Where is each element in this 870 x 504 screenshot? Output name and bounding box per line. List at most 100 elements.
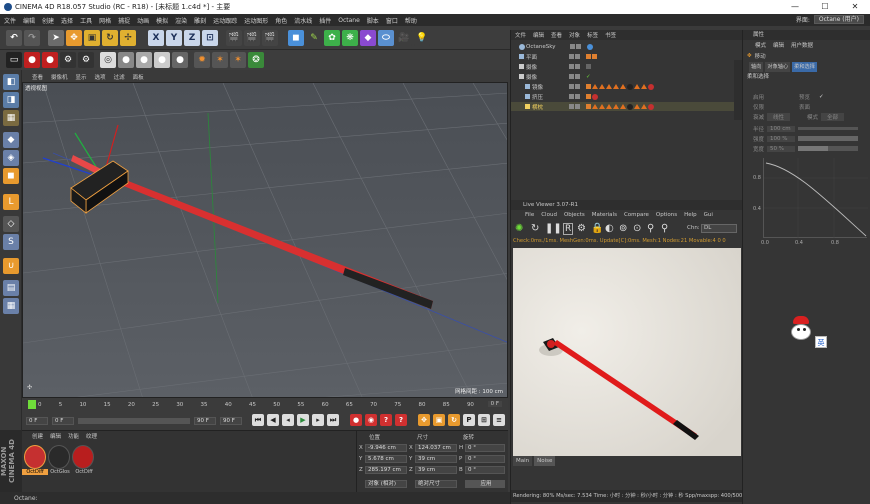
edges-mode-icon[interactable]: ◈	[3, 150, 19, 166]
radius-slider[interactable]	[798, 127, 858, 130]
key-rotation-icon[interactable]: ↻	[448, 414, 460, 426]
tab-noise[interactable]: Noise	[534, 456, 556, 466]
z-axis-icon[interactable]: Z	[184, 30, 200, 46]
menu-edit[interactable]: 编辑	[23, 16, 35, 25]
field-strength[interactable]: 强度 100 %	[743, 134, 870, 143]
axis-mode-icon[interactable]: L	[3, 194, 19, 210]
material-swatch-3[interactable]	[72, 445, 94, 469]
key-parameter-icon[interactable]: P	[463, 414, 475, 426]
ime-mascot-icon[interactable]	[789, 316, 813, 344]
maximize-button[interactable]: ☐	[810, 0, 840, 14]
x-axis-icon[interactable]: X	[148, 30, 164, 46]
phong-tag-icon[interactable]	[599, 84, 605, 89]
key-position-icon[interactable]: ✥	[418, 414, 430, 426]
render-visibility-icon[interactable]	[575, 54, 580, 59]
menu-tools[interactable]: 工具	[80, 16, 92, 25]
lock-icon[interactable]: 🔒	[591, 223, 603, 234]
attr-menu-mode[interactable]: 模式	[755, 41, 766, 49]
render-preview[interactable]	[513, 248, 741, 456]
key-help-icon[interactable]: ?	[395, 414, 407, 426]
coord-mode-dropdown[interactable]: 对象 (相对)	[365, 480, 407, 488]
phong-tag-icon[interactable]	[606, 84, 612, 89]
pin2-icon[interactable]: ⚲	[661, 223, 668, 234]
size-mode-dropdown[interactable]: 绝对尺寸	[415, 480, 457, 488]
material-tag-icon[interactable]	[627, 83, 633, 90]
position-x-field[interactable]: -9.946 cm	[365, 444, 407, 452]
grid-icon[interactable]: ▦	[3, 298, 19, 314]
render-visibility-icon[interactable]	[576, 44, 581, 49]
picker-icon[interactable]: ⊚	[619, 223, 627, 234]
menu-render[interactable]: 渲染	[175, 16, 187, 25]
rotation-p-field[interactable]: 0 °	[465, 455, 505, 463]
menu-animate[interactable]: 动画	[137, 16, 149, 25]
tweak-icon[interactable]: ◇	[3, 216, 19, 232]
texture-tag-icon[interactable]	[586, 104, 591, 109]
color-wheel-icon[interactable]: ◐	[605, 223, 614, 234]
region-render-icon[interactable]: R	[563, 223, 574, 235]
phong-tag-icon[interactable]	[592, 104, 598, 109]
restart-render-icon[interactable]: ↻	[531, 223, 539, 234]
redo-icon[interactable]: ↷	[24, 30, 40, 46]
make-editable-icon[interactable]: ◧	[3, 74, 19, 90]
menu-window[interactable]: 窗口	[386, 16, 398, 25]
phong-tag-icon[interactable]	[620, 84, 626, 89]
menu-mesh[interactable]: 网格	[99, 16, 111, 25]
enabled-check-icon[interactable]: ✓	[586, 74, 591, 80]
coordinate-system-icon[interactable]: ⊡	[202, 30, 218, 46]
octane-ring-icon[interactable]: ◎	[100, 52, 116, 68]
timeline[interactable]: 0 5 10 15 20 25 30 35 40 45 50 55 60 65 …	[22, 398, 508, 412]
pause-render-icon[interactable]: ❚❚	[545, 223, 562, 234]
render-visibility-icon[interactable]	[575, 104, 580, 109]
lv-menu-materials[interactable]: Materials	[592, 212, 617, 218]
menu-file[interactable]: 文件	[4, 16, 16, 25]
field-mode[interactable]: 模式 全部	[807, 112, 869, 121]
material-tag-icon[interactable]	[592, 93, 598, 100]
falloff-graph[interactable]	[763, 158, 868, 238]
material-swatch-1[interactable]	[24, 445, 46, 469]
objects-menu-view[interactable]: 查看	[551, 31, 562, 39]
timeline-frame-field[interactable]: 0 F	[487, 401, 502, 407]
phong-tag-icon[interactable]	[599, 104, 605, 109]
apply-button[interactable]: 应用	[465, 480, 505, 488]
menu-octane[interactable]: Octane	[338, 17, 360, 24]
tab-soft-selection[interactable]: 柔和选择	[792, 62, 817, 72]
deformer-icon[interactable]: ◆	[360, 30, 376, 46]
menu-snap[interactable]: 捕捉	[118, 16, 130, 25]
size-z-field[interactable]: 39 cm	[415, 466, 457, 474]
phong-tag-icon[interactable]	[641, 104, 647, 109]
keyframe-selection-icon[interactable]: ?	[380, 414, 392, 426]
menu-create[interactable]: 创建	[42, 16, 54, 25]
tab-main[interactable]: Main	[513, 456, 533, 466]
object-row[interactable]: 挤压	[511, 92, 742, 101]
strength-slider[interactable]	[798, 136, 858, 141]
phong-tag-icon[interactable]	[620, 104, 626, 109]
size-x-field[interactable]: 124.037 cm	[415, 444, 457, 452]
key-scale-icon[interactable]: ▣	[433, 414, 445, 426]
marker-icon[interactable]: ⊙	[633, 223, 641, 234]
position-y-field[interactable]: 5.678 cm	[365, 455, 407, 463]
scale-icon[interactable]: ▣	[84, 30, 100, 46]
texture-tag-icon[interactable]	[592, 54, 597, 59]
lv-menu-help[interactable]: Help	[684, 212, 697, 218]
viewport-menu-options[interactable]: 选项	[95, 73, 106, 81]
objects-menu-bookmarks[interactable]: 书签	[605, 31, 616, 39]
viewport-menu-panel[interactable]: 面板	[133, 73, 144, 81]
octane-scatter-icon[interactable]: ❂	[248, 52, 264, 68]
object-row[interactable]: 镜像	[511, 82, 742, 91]
go-to-end-icon[interactable]: ⏭	[327, 414, 339, 426]
material-tag-icon[interactable]	[648, 103, 654, 110]
objects-menu-file[interactable]: 文件	[515, 31, 526, 39]
points-mode-icon[interactable]: ◆	[3, 132, 19, 148]
octane-sphere3-icon[interactable]: ●	[154, 52, 170, 68]
next-frame-icon[interactable]: ▸	[312, 414, 324, 426]
layout-dropdown[interactable]: Octane (用户)	[813, 15, 864, 24]
perspective-viewport[interactable]: 透视视图 网格间距 : 100 cm ✣	[22, 82, 508, 398]
lv-menu-cloud[interactable]: Cloud	[541, 212, 557, 218]
menu-help[interactable]: 帮助	[405, 16, 417, 25]
end-frame-field[interactable]: 90 F	[194, 417, 216, 425]
material-menu-function[interactable]: 功能	[68, 432, 79, 440]
visibility-icon[interactable]	[569, 64, 574, 69]
field-radius[interactable]: 半径 100 cm	[743, 124, 870, 133]
field-surface[interactable]: 表面	[799, 102, 869, 111]
cube-icon[interactable]: ◼	[288, 30, 304, 46]
